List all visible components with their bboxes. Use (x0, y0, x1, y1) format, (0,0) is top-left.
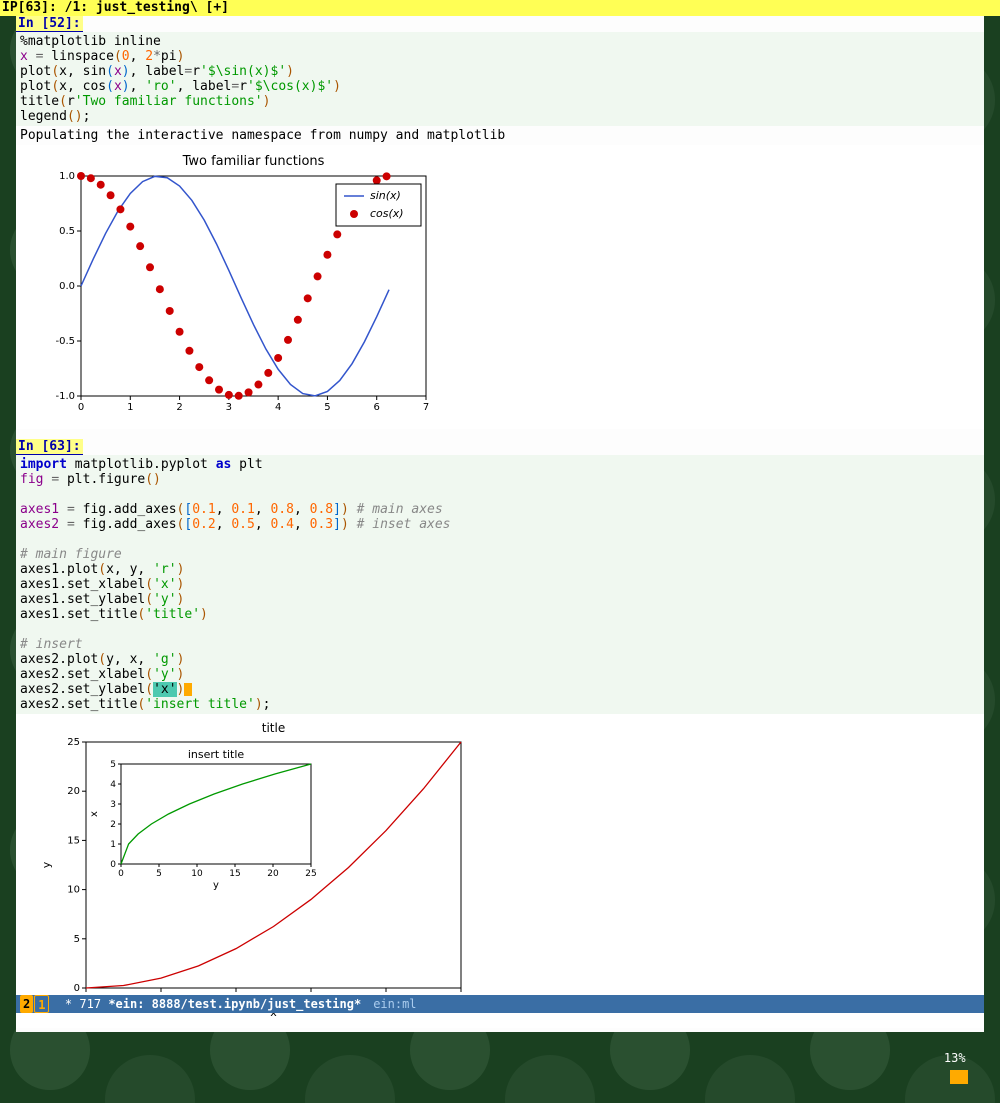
svg-text:6: 6 (374, 402, 380, 413)
svg-text:0.5: 0.5 (59, 226, 75, 237)
svg-text:5: 5 (324, 402, 330, 413)
svg-text:y: y (213, 880, 219, 891)
svg-text:20: 20 (67, 786, 80, 797)
cell-prompt-63: In [63]: (16, 439, 83, 455)
scroll-percent: 13% (944, 1051, 966, 1065)
svg-text:insert title: insert title (188, 748, 245, 761)
svg-text:4: 4 (275, 402, 281, 413)
svg-text:0.0: 0.0 (59, 281, 75, 292)
svg-text:10: 10 (191, 869, 203, 879)
svg-text:-0.5: -0.5 (55, 336, 75, 347)
svg-text:sin(x): sin(x) (370, 189, 401, 202)
output-text-52: Populating the interactive namespace fro… (16, 126, 984, 145)
chart-2: title0123450510152025xyinsert title05101… (16, 714, 984, 1028)
svg-text:Two familiar functions: Two familiar functions (182, 154, 325, 169)
svg-text:0: 0 (118, 869, 124, 879)
svg-text:cos(x): cos(x) (370, 207, 404, 220)
svg-text:5: 5 (156, 869, 162, 879)
chart-1: Two familiar functions 0 1 2 3 4 5 6 7 -1.0 -0.5 0.… (16, 145, 984, 429)
svg-text:1: 1 (127, 402, 133, 413)
svg-text:7: 7 (423, 402, 429, 413)
svg-text:1.0: 1.0 (59, 171, 75, 182)
mode-line: 21 * 717 *ein: 8888/test.ipynb/just_test… (16, 995, 984, 1013)
code-cell-63[interactable]: import matplotlib.pyplot as plt fig = pl… (16, 455, 984, 714)
cell-prompt-52: In [52]: (16, 16, 83, 32)
tab-active[interactable]: IP[63]: /1: just_testing\ [+] (2, 0, 229, 15)
svg-text:25: 25 (67, 737, 80, 748)
svg-text:25: 25 (305, 869, 316, 879)
modeline-badge-2: 1 (34, 995, 49, 1013)
svg-text:-1.0: -1.0 (55, 391, 75, 402)
svg-text:10: 10 (67, 885, 80, 896)
modeline-block-icon (950, 1070, 968, 1084)
svg-text:3: 3 (226, 402, 232, 413)
svg-text:0: 0 (74, 983, 80, 994)
svg-text:y: y (40, 861, 53, 868)
svg-text:15: 15 (67, 835, 80, 846)
mode-name: ein:ml (373, 995, 416, 1013)
editor-content[interactable]: In [52]: %matplotlib inline x = linspace… (16, 16, 984, 1032)
code-cell-52[interactable]: %matplotlib inline x = linspace(0, 2*pi)… (16, 32, 984, 126)
modeline-badge-1: 2 (20, 995, 33, 1013)
svg-text:15: 15 (229, 869, 240, 879)
svg-text:0: 0 (110, 860, 116, 870)
svg-text:2: 2 (110, 820, 116, 830)
svg-text:5: 5 (110, 760, 116, 770)
cursor-position: 34:20 (944, 1015, 980, 1029)
svg-text:3: 3 (110, 800, 116, 810)
svg-text:2: 2 (176, 402, 182, 413)
svg-text:0: 0 (78, 402, 84, 413)
svg-text:5: 5 (74, 934, 80, 945)
svg-text:20: 20 (267, 869, 279, 879)
tab-bar[interactable]: IP[63]: /1: just_testing\ [+] (0, 0, 1000, 16)
buffer-name: *ein: 8888/test.ipynb/just_testing* (108, 995, 361, 1013)
svg-text:1: 1 (110, 840, 116, 850)
svg-text:4: 4 (110, 780, 116, 790)
svg-text:title: title (262, 721, 285, 735)
svg-text:x: x (89, 811, 100, 817)
cursor (184, 683, 192, 696)
